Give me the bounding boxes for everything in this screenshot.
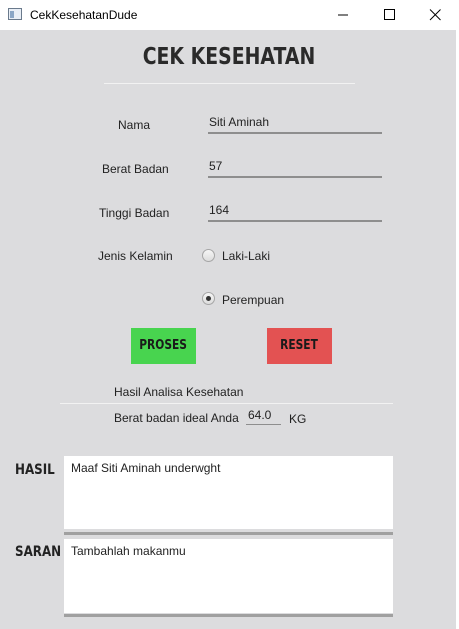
minimize-button[interactable] (320, 0, 366, 30)
app-icon (8, 8, 22, 20)
close-button[interactable] (412, 0, 458, 30)
radio-selected-dot (206, 296, 211, 301)
close-icon (429, 9, 441, 21)
maximize-icon (384, 9, 395, 20)
saran-label: SARAN (15, 544, 62, 560)
hasil-textarea[interactable]: Maaf Siti Aminah underwght (64, 456, 393, 529)
tinggi-badan-underline (208, 220, 382, 222)
proses-button[interactable]: PROSES (131, 328, 196, 364)
radio-laki-laki[interactable] (202, 249, 215, 262)
saran-textarea[interactable]: Tambahlah makanmu (64, 539, 393, 613)
radio-perempuan-label[interactable]: Perempuan (222, 293, 284, 307)
radio-laki-laki-label[interactable]: Laki-Laki (222, 249, 270, 263)
maximize-button[interactable] (366, 0, 412, 30)
tinggi-badan-label: Tinggi Badan (99, 206, 170, 220)
proses-button-label: PROSES (139, 338, 188, 353)
ideal-weight-field[interactable]: 64.0 (246, 408, 281, 425)
result-divider (60, 403, 393, 404)
saran-textarea-scroll-edge (64, 614, 393, 617)
tinggi-badan-field[interactable]: 164 (209, 203, 229, 217)
minimize-icon (338, 14, 348, 16)
title-bar: CekKesehatanDude (0, 0, 459, 30)
radio-perempuan[interactable] (202, 292, 215, 305)
window-title: CekKesehatanDude (30, 8, 138, 22)
ideal-weight-unit: KG (289, 412, 307, 426)
hasil-textarea-scroll-edge (64, 532, 393, 535)
reset-button-label: RESET (280, 338, 319, 353)
hasil-label: HASIL (15, 462, 55, 478)
reset-button[interactable]: RESET (267, 328, 332, 364)
berat-badan-label: Berat Badan (102, 162, 169, 176)
nama-field-underline (208, 132, 382, 134)
title-divider (104, 83, 355, 84)
hasil-analisa-title: Hasil Analisa Kesehatan (114, 385, 244, 399)
berat-badan-field[interactable]: 57 (209, 159, 222, 173)
ideal-weight-label: Berat badan ideal Anda (114, 411, 239, 425)
jenis-kelamin-label: Jenis Kelamin (98, 249, 173, 263)
nama-label: Nama (118, 118, 151, 132)
main-panel: CEK KESEHATAN Nama Siti Aminah Berat Bad… (0, 30, 456, 629)
berat-badan-underline (208, 176, 382, 178)
page-title: CEK KESEHATAN (142, 44, 316, 70)
nama-field[interactable]: Siti Aminah (209, 115, 269, 129)
